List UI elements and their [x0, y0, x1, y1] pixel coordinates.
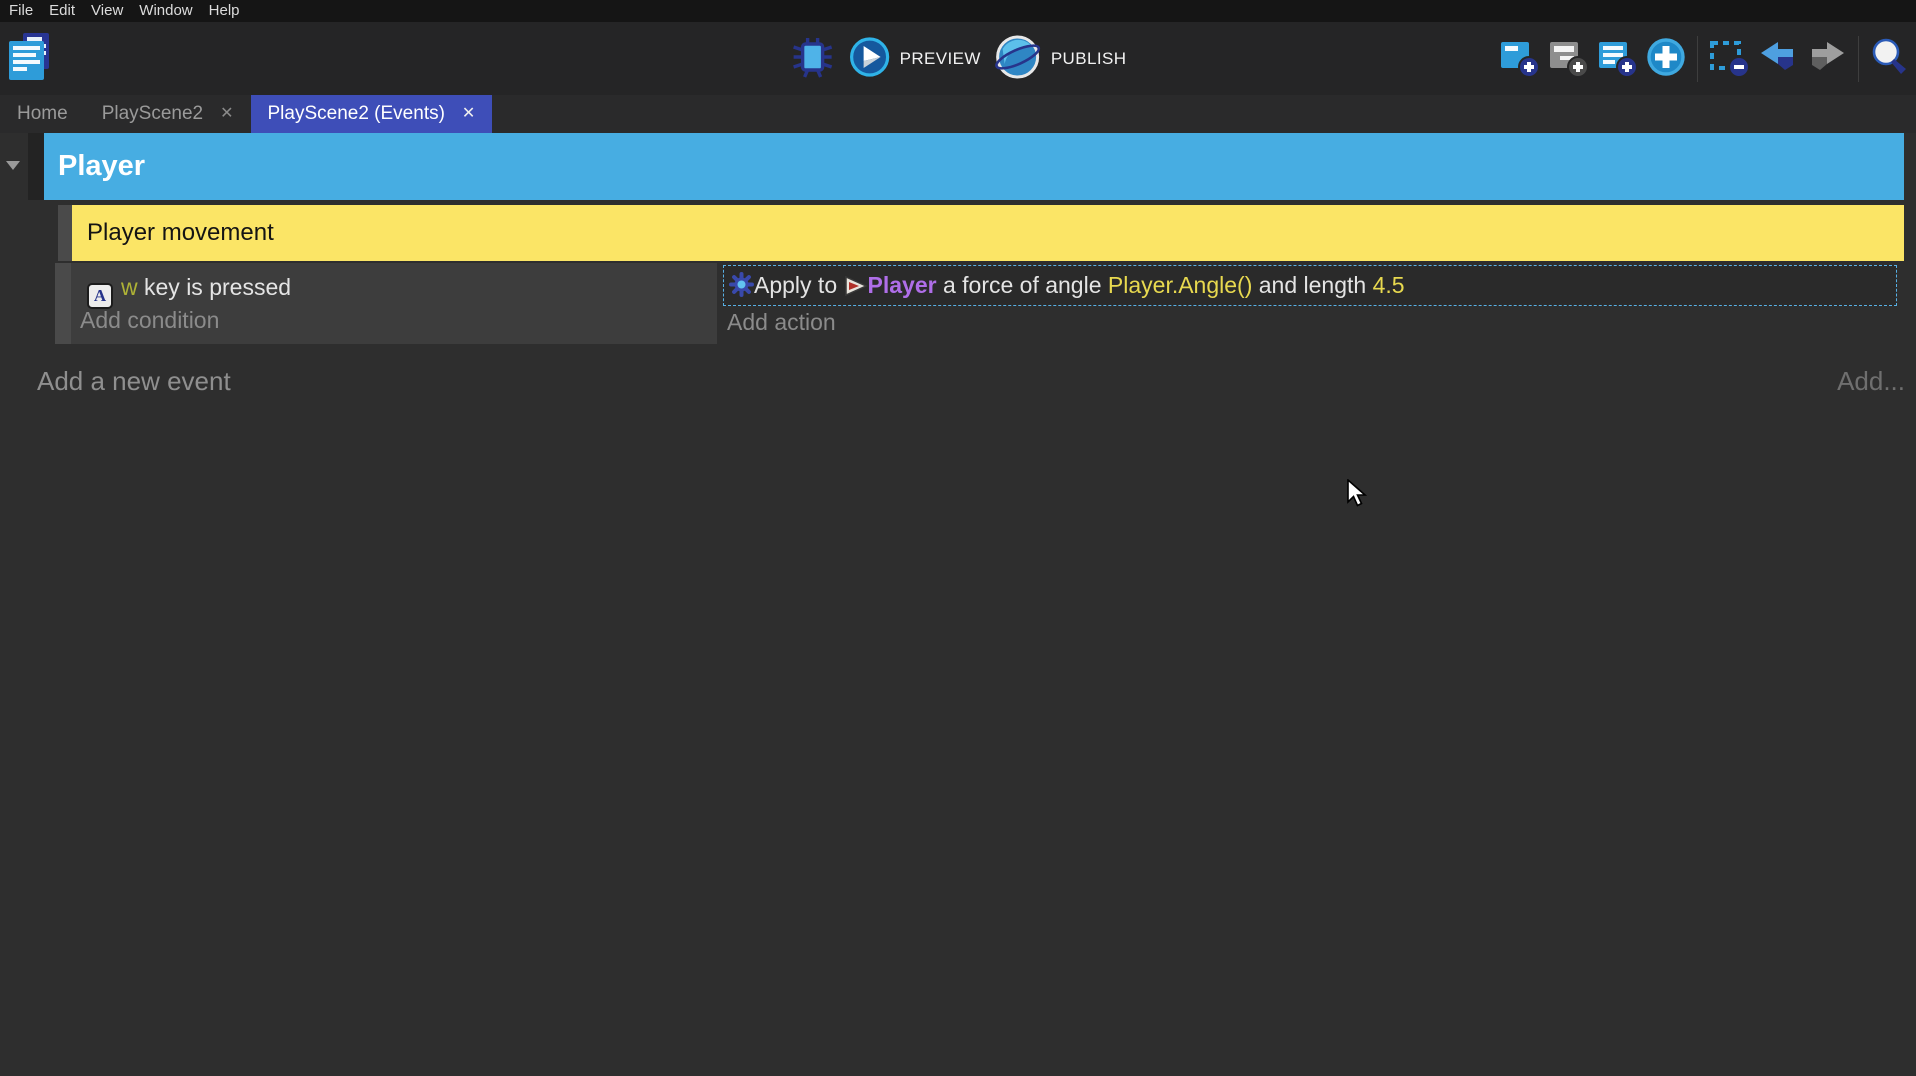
- menubar: File Edit View Window Help: [0, 0, 1916, 22]
- toolbar-right: [1497, 22, 1912, 95]
- gdevelop-window: File Edit View Window Help: [0, 0, 1916, 1076]
- keyboard-key-icon: A: [87, 283, 113, 309]
- add-new-event-link[interactable]: Add a new event: [37, 366, 231, 397]
- action-expression: Player.Angle(): [1108, 272, 1252, 298]
- force-icon: [729, 276, 754, 302]
- preview-label: PREVIEW: [900, 49, 981, 69]
- search-button[interactable]: [1868, 33, 1912, 85]
- toolbar: PREVIEW PUBLISH: [0, 22, 1916, 95]
- project-manager-button[interactable]: [8, 32, 52, 85]
- action-object-name: Player: [868, 272, 937, 298]
- redo-button[interactable]: [1805, 33, 1849, 85]
- add-circle-icon: [1645, 36, 1687, 81]
- event-group-header[interactable]: Player: [44, 133, 1904, 200]
- add-more-link[interactable]: Add...: [1837, 366, 1905, 397]
- action-prefix: Apply to: [754, 272, 844, 298]
- condition-text: key is pressed: [138, 274, 291, 300]
- publish-button[interactable]: PUBLISH: [995, 34, 1127, 83]
- project-manager-icon: [8, 32, 52, 85]
- comment-event[interactable]: Player movement: [72, 205, 1904, 261]
- tab-close-icon[interactable]: ✕: [220, 106, 233, 122]
- tab-label: Home: [17, 103, 68, 125]
- toolbar-center: PREVIEW PUBLISH: [790, 22, 1127, 95]
- chevron-down-icon[interactable]: [6, 161, 20, 170]
- menu-file[interactable]: File: [1, 0, 41, 22]
- tab-playscene2[interactable]: PlayScene2 ✕: [85, 95, 251, 133]
- player-object-icon: [844, 276, 868, 302]
- publish-label: PUBLISH: [1051, 49, 1127, 69]
- toolbar-separator: [1697, 36, 1698, 82]
- menu-window[interactable]: Window: [131, 0, 200, 22]
- add-comment-icon: [1596, 36, 1638, 81]
- action-row-selected[interactable]: Apply to Player a force of angle Player.…: [723, 265, 1897, 306]
- add-condition-link[interactable]: Add condition: [80, 307, 219, 334]
- remove-event-button[interactable]: [1707, 33, 1751, 85]
- redo-icon: [1806, 36, 1848, 81]
- tab-playscene2-events[interactable]: PlayScene2 (Events) ✕: [251, 95, 493, 133]
- globe-icon: [995, 34, 1041, 83]
- add-comment-button[interactable]: [1595, 33, 1639, 85]
- tabbar: Home PlayScene2 ✕ PlayScene2 (Events) ✕: [0, 95, 1916, 133]
- action-value: 4.5: [1373, 272, 1405, 298]
- comment-drag-handle[interactable]: [58, 205, 72, 261]
- tab-close-icon[interactable]: ✕: [462, 106, 475, 122]
- undo-button[interactable]: [1756, 33, 1800, 85]
- add-subevent-icon: [1547, 36, 1589, 81]
- mouse-cursor: [1346, 479, 1368, 514]
- tab-label: PlayScene2: [102, 103, 203, 125]
- undo-icon: [1757, 36, 1799, 81]
- debug-bug-icon: [790, 34, 836, 83]
- action-text: and length: [1252, 272, 1372, 298]
- preview-button[interactable]: PREVIEW: [850, 37, 981, 80]
- menu-help[interactable]: Help: [201, 0, 248, 22]
- event-drag-handle[interactable]: [55, 263, 71, 344]
- debug-button[interactable]: [790, 34, 836, 83]
- add-event-button[interactable]: [1497, 33, 1541, 85]
- condition-key-name: w: [121, 274, 138, 300]
- tab-home[interactable]: Home: [0, 95, 85, 133]
- conditions-column: Aw key is pressed Add condition: [71, 263, 717, 344]
- add-action-link[interactable]: Add action: [727, 309, 836, 336]
- menu-edit[interactable]: Edit: [41, 0, 83, 22]
- menu-view[interactable]: View: [83, 0, 131, 22]
- tab-label: PlayScene2 (Events): [268, 103, 445, 125]
- play-circle-icon: [850, 37, 890, 80]
- choose-event-type-button[interactable]: [1644, 33, 1688, 85]
- remove-event-icon: [1708, 36, 1750, 81]
- condition-row[interactable]: Aw key is pressed: [87, 270, 291, 304]
- add-event-icon: [1498, 36, 1540, 81]
- group-drag-handle[interactable]: [28, 133, 44, 200]
- toolbar-separator: [1858, 36, 1859, 82]
- search-icon: [1869, 36, 1911, 81]
- action-text: a force of angle: [937, 272, 1108, 298]
- add-subevent-button[interactable]: [1546, 33, 1590, 85]
